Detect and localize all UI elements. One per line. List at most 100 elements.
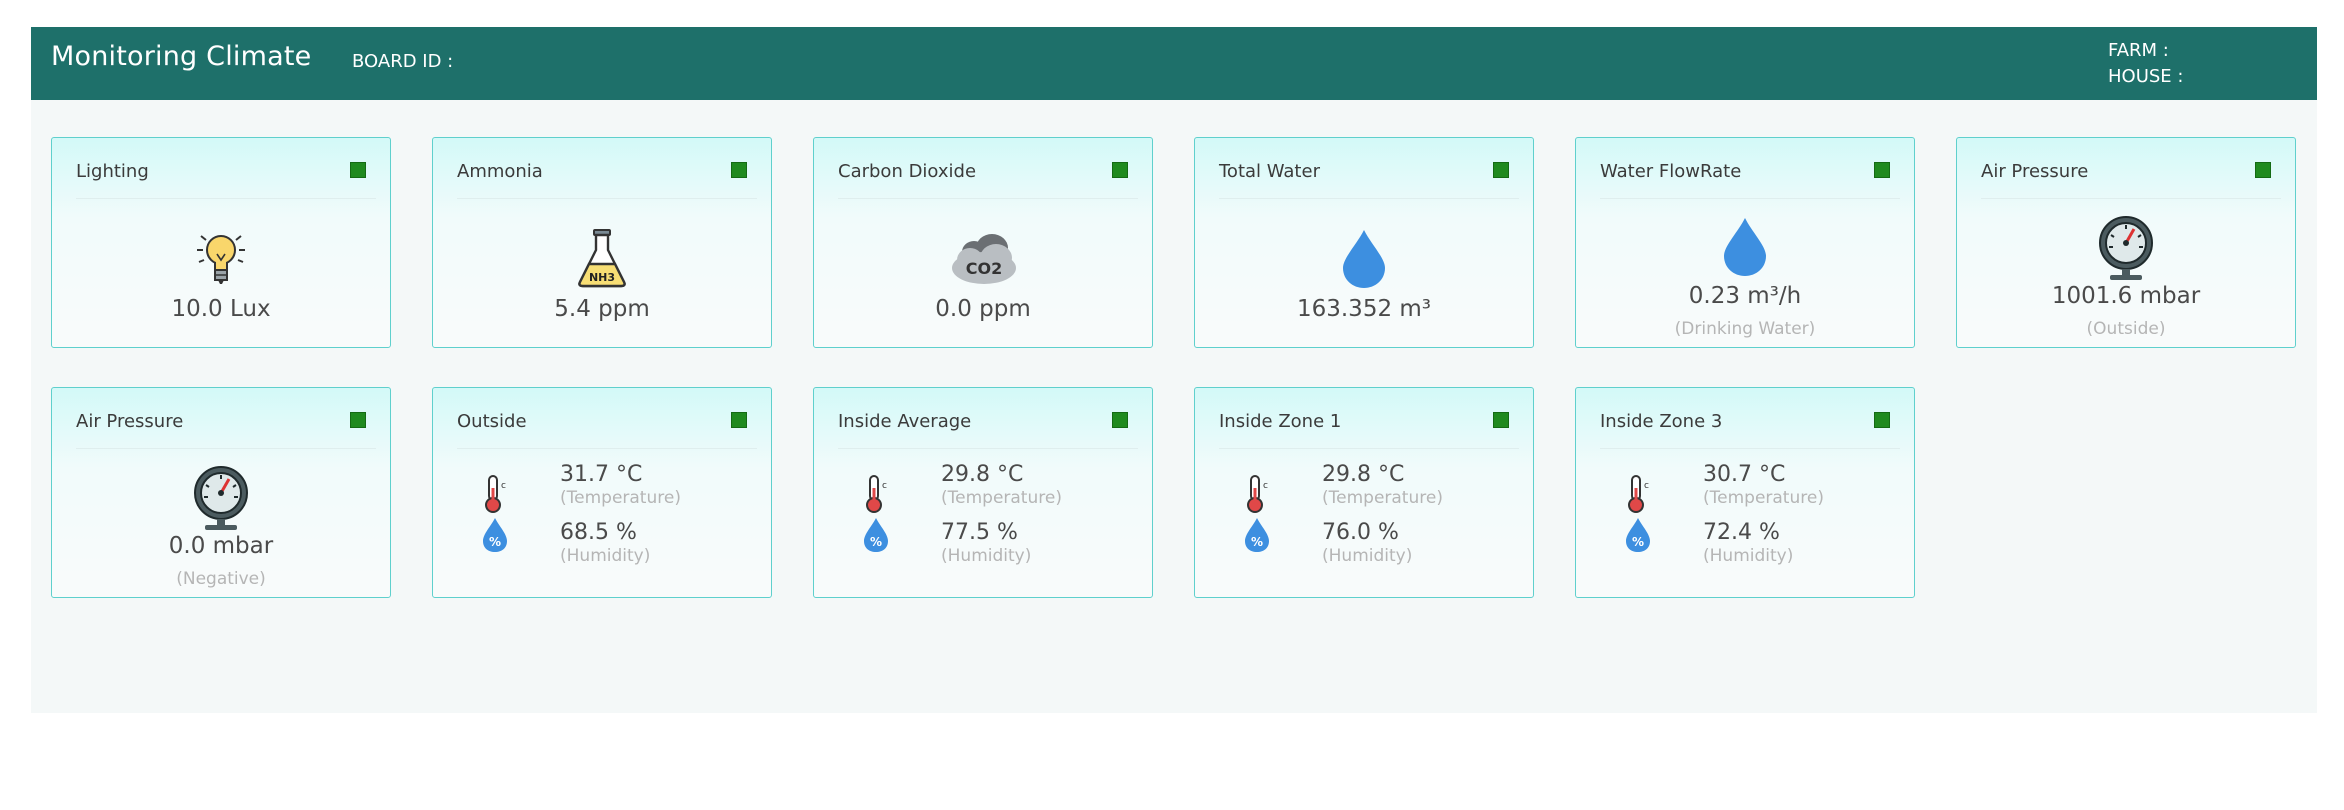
status-indicator: [2255, 162, 2271, 178]
card-title: Inside Zone 3: [1600, 411, 1723, 432]
water-flow-value: 0.23 m³/h: [1688, 283, 1802, 309]
card-outside[interactable]: Outside c 31.7 °C (Temperature) % 68.5 %…: [432, 387, 772, 598]
page-title: Monitoring Climate: [51, 41, 312, 72]
humidity-value: 77.5 %: [941, 520, 1018, 545]
status-indicator: [350, 412, 366, 428]
svg-text:CO2: CO2: [966, 259, 1002, 278]
thermometer-icon: c: [481, 474, 509, 518]
card-title: Lighting: [76, 161, 149, 182]
co2-value: 0.0 ppm: [935, 296, 1031, 322]
humidity-sub: (Humidity): [1322, 546, 1413, 566]
status-indicator: [1493, 412, 1509, 428]
card-header: Inside Zone 3: [1600, 388, 1900, 449]
humidity-sub: (Humidity): [941, 546, 1032, 566]
card-title: Inside Zone 1: [1219, 411, 1342, 432]
humidity-value: 68.5 %: [560, 520, 637, 545]
card-header: Inside Average: [838, 388, 1138, 449]
house-label: HOUSE :: [2108, 66, 2184, 87]
card-air-pressure-outside[interactable]: Air Pressure 1001.6 mbar (Outside): [1956, 137, 2296, 348]
card-inside-average[interactable]: Inside Average c 29.8 °C (Temperature) %…: [813, 387, 1153, 598]
thermometer-icon: c: [862, 474, 890, 518]
card-header: Carbon Dioxide: [838, 138, 1138, 199]
temperature-row: c 31.7 °C (Temperature): [433, 462, 771, 518]
status-indicator: [1874, 412, 1890, 428]
card-title: Water FlowRate: [1600, 161, 1742, 182]
status-indicator: [1112, 162, 1128, 178]
card-inside-zone-1[interactable]: Inside Zone 1 c 29.8 °C (Temperature) % …: [1194, 387, 1534, 598]
humidity-value: 76.0 %: [1322, 520, 1399, 545]
top-bar: Monitoring Climate BOARD ID : FARM : HOU…: [31, 27, 2317, 100]
card-title: Carbon Dioxide: [838, 161, 977, 182]
co2-cloud-icon: CO2: [814, 230, 1152, 292]
air-pressure-outside-sub: (Outside): [2086, 319, 2166, 339]
air-pressure-outside-value: 1001.6 mbar: [2051, 283, 2201, 309]
humidity-row: % 77.5 % (Humidity): [814, 518, 1152, 576]
humidity-sub: (Humidity): [1703, 546, 1794, 566]
card-header: Lighting: [76, 138, 376, 199]
svg-text:c: c: [882, 481, 887, 491]
air-pressure-negative-value: 0.0 mbar: [168, 533, 274, 559]
svg-text:NH3: NH3: [589, 271, 615, 284]
app-container: Monitoring Climate BOARD ID : FARM : HOU…: [31, 27, 2317, 713]
card-title: Air Pressure: [76, 411, 184, 432]
thermometer-icon: c: [1243, 474, 1271, 518]
card-carbon-dioxide[interactable]: Carbon Dioxide CO2 0.0 ppm: [813, 137, 1153, 348]
svg-text:%: %: [1251, 535, 1263, 549]
status-indicator: [350, 162, 366, 178]
total-water-value: 163.352 m³: [1296, 296, 1432, 322]
card-header: Ammonia: [457, 138, 757, 199]
water-drop-icon: [1195, 228, 1533, 294]
card-title: Air Pressure: [1981, 161, 2089, 182]
status-indicator: [1874, 162, 1890, 178]
air-pressure-negative-sub: (Negative): [176, 569, 266, 589]
svg-text:%: %: [1632, 535, 1644, 549]
card-header: Air Pressure: [76, 388, 376, 449]
ammonia-value: 5.4 ppm: [554, 296, 650, 322]
status-indicator: [731, 162, 747, 178]
svg-text:%: %: [489, 535, 501, 549]
temperature-row: c 29.8 °C (Temperature): [1195, 462, 1533, 518]
card-total-water[interactable]: Total Water 163.352 m³: [1194, 137, 1534, 348]
card-header: Water FlowRate: [1600, 138, 1900, 199]
humidity-drop-icon: %: [1243, 516, 1271, 558]
temperature-sub: (Temperature): [1703, 488, 1824, 508]
water-drop-icon: [1576, 216, 1914, 282]
card-lighting[interactable]: Lighting 10.0 Lux: [51, 137, 391, 348]
humidity-row: % 68.5 % (Humidity): [433, 518, 771, 576]
temperature-sub: (Temperature): [941, 488, 1062, 508]
temperature-value: 31.7 °C: [560, 462, 643, 487]
pressure-gauge-icon: [52, 465, 390, 535]
card-ammonia[interactable]: Ammonia NH3 5.4 ppm: [432, 137, 772, 348]
status-indicator: [731, 412, 747, 428]
temperature-value: 29.8 °C: [1322, 462, 1405, 487]
card-water-flowrate[interactable]: Water FlowRate 0.23 m³/h (Drinking Water…: [1575, 137, 1915, 348]
temperature-sub: (Temperature): [1322, 488, 1443, 508]
card-title: Outside: [457, 411, 527, 432]
pressure-gauge-icon: [1957, 215, 2295, 285]
temperature-row: c 30.7 °C (Temperature): [1576, 462, 1914, 518]
temperature-value: 29.8 °C: [941, 462, 1024, 487]
card-title: Ammonia: [457, 161, 543, 182]
card-title: Inside Average: [838, 411, 972, 432]
card-header: Air Pressure: [1981, 138, 2281, 199]
card-title: Total Water: [1219, 161, 1320, 182]
lightbulb-icon: [52, 228, 390, 292]
humidity-drop-icon: %: [862, 516, 890, 558]
card-inside-zone-3[interactable]: Inside Zone 3 c 30.7 °C (Temperature) % …: [1575, 387, 1915, 598]
board-id-label: BOARD ID :: [352, 51, 454, 72]
humidity-drop-icon: %: [481, 516, 509, 558]
card-header: Inside Zone 1: [1219, 388, 1519, 449]
status-indicator: [1493, 162, 1509, 178]
flask-nh3-icon: NH3: [433, 228, 771, 294]
humidity-row: % 72.4 % (Humidity): [1576, 518, 1914, 576]
humidity-row: % 76.0 % (Humidity): [1195, 518, 1533, 576]
humidity-value: 72.4 %: [1703, 520, 1780, 545]
status-indicator: [1112, 412, 1128, 428]
lighting-value: 10.0 Lux: [171, 296, 271, 322]
temperature-sub: (Temperature): [560, 488, 681, 508]
farm-label: FARM :: [2108, 40, 2169, 61]
svg-text:%: %: [870, 535, 882, 549]
humidity-sub: (Humidity): [560, 546, 651, 566]
card-air-pressure-negative[interactable]: Air Pressure 0.0 mbar (Negative): [51, 387, 391, 598]
svg-text:c: c: [1644, 481, 1649, 491]
